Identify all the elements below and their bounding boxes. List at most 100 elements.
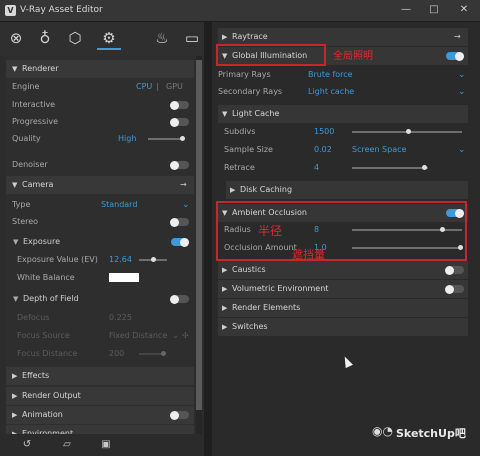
focus-distance-label: Focus Distance bbox=[17, 349, 78, 358]
collapse-arrow-icon: ▼ bbox=[12, 65, 18, 73]
focus-distance-row: Focus Distance 200 bbox=[6, 345, 194, 363]
chevron-down-icon: ⌄ bbox=[172, 331, 179, 340]
exposure-value[interactable]: 12.64 bbox=[109, 251, 132, 269]
minimize-button[interactable]: — bbox=[398, 3, 414, 17]
switches-section[interactable]: ▶ Switches bbox=[218, 318, 468, 336]
volumetric-environment-section[interactable]: ▶ Volumetric Environment bbox=[218, 280, 468, 298]
chevron-down-icon[interactable]: ⌄ bbox=[182, 196, 190, 214]
retrace-slider[interactable] bbox=[352, 165, 428, 170]
white-balance-row: White Balance bbox=[6, 269, 194, 287]
radius-annotation: 半径 bbox=[258, 224, 283, 238]
chevron-down-icon[interactable]: ⌄ bbox=[458, 83, 466, 101]
subdivs-row: Subdivs 1500 bbox=[218, 123, 468, 141]
interactive-label: Interactive bbox=[12, 100, 56, 109]
focus-distance-slider bbox=[139, 351, 166, 356]
sample-size-row: Sample Size 0.02 Screen Space ⌄ bbox=[218, 141, 468, 159]
chevron-down-icon[interactable]: ⌄ bbox=[458, 141, 466, 159]
renderer-section[interactable]: ▼ Renderer bbox=[6, 60, 194, 78]
retrace-value[interactable]: 4 bbox=[314, 159, 319, 177]
exposure-slider[interactable] bbox=[139, 257, 167, 262]
engine-gpu-option[interactable]: GPU bbox=[166, 78, 183, 96]
engine-label: Engine bbox=[12, 82, 40, 91]
expand-arrow-icon: ▶ bbox=[222, 304, 228, 312]
render-elements-section[interactable]: ▶ Render Elements bbox=[218, 299, 468, 317]
volumetric-environment-toggle[interactable] bbox=[445, 284, 464, 294]
exposure-toggle[interactable] bbox=[171, 237, 189, 247]
depth-of-field-title: Depth of Field bbox=[23, 294, 79, 303]
quality-value[interactable]: High bbox=[118, 130, 136, 148]
stereo-toggle[interactable] bbox=[170, 217, 189, 227]
interactive-toggle[interactable] bbox=[170, 100, 189, 110]
left-scrollbar[interactable] bbox=[196, 56, 202, 434]
teapot-render-icon[interactable]: ♨ bbox=[150, 26, 174, 50]
save-icon[interactable]: ▣ bbox=[99, 438, 113, 452]
animation-toggle[interactable] bbox=[170, 410, 189, 420]
retrace-row: Retrace 4 bbox=[218, 159, 468, 177]
collapse-arrow-icon: ▼ bbox=[12, 181, 18, 189]
sample-size-mode[interactable]: Screen Space bbox=[352, 141, 406, 159]
subdivs-value[interactable]: 1500 bbox=[314, 123, 334, 141]
primary-rays-label: Primary Rays bbox=[218, 70, 271, 79]
camera-menu-icon[interactable]: → bbox=[180, 176, 187, 194]
lights-icon[interactable]: ♁ bbox=[33, 26, 57, 50]
caustics-toggle[interactable] bbox=[445, 265, 464, 275]
exposure-subsection[interactable]: ▼ Exposure bbox=[6, 233, 194, 251]
settings-icon[interactable]: ⚙ bbox=[97, 26, 121, 50]
switches-title: Switches bbox=[232, 322, 268, 331]
geometry-icon[interactable]: ⬡ bbox=[63, 26, 87, 50]
animation-section[interactable]: ▶ Animation bbox=[6, 406, 194, 424]
depth-of-field-toggle[interactable] bbox=[170, 294, 189, 304]
panel-splitter[interactable] bbox=[204, 22, 212, 456]
expand-arrow-icon: ▶ bbox=[230, 186, 236, 194]
bottom-toolbar: ↺ ▱ ▣ bbox=[0, 434, 204, 456]
defocus-row: Defocus 0.225 bbox=[6, 309, 194, 327]
watermark: ◉◔ SketchUp吧 bbox=[372, 422, 476, 444]
global-illumination-toggle[interactable] bbox=[446, 51, 464, 61]
focus-source-value: Fixed Distance bbox=[109, 331, 168, 340]
denoiser-toggle[interactable] bbox=[170, 160, 189, 170]
close-button[interactable]: ✕ bbox=[456, 3, 472, 17]
open-folder-icon[interactable]: ▱ bbox=[60, 438, 74, 452]
progressive-toggle[interactable] bbox=[170, 117, 189, 127]
primary-rays-value[interactable]: Brute force bbox=[308, 66, 353, 84]
sample-size-label: Sample Size bbox=[224, 145, 273, 154]
interactive-row: Interactive bbox=[6, 96, 194, 114]
undo-icon[interactable]: ↺ bbox=[20, 438, 34, 452]
raytrace-menu-icon[interactable]: → bbox=[454, 28, 461, 46]
expand-arrow-icon: ▶ bbox=[12, 411, 18, 419]
render-output-section[interactable]: ▶ Render Output bbox=[6, 387, 194, 405]
collapse-arrow-icon: ▼ bbox=[222, 110, 228, 118]
light-cache-section[interactable]: ▼ Light Cache bbox=[218, 105, 468, 123]
disk-caching-section[interactable]: ▶ Disk Caching bbox=[226, 181, 468, 199]
frame-buffer-icon[interactable]: ▭ bbox=[180, 26, 204, 50]
disk-caching-title: Disk Caching bbox=[240, 185, 293, 194]
environment-section[interactable]: ▶ Environment bbox=[6, 425, 194, 434]
maximize-button[interactable]: □ bbox=[426, 3, 442, 17]
sample-size-value[interactable]: 0.02 bbox=[314, 141, 332, 159]
quality-slider[interactable] bbox=[148, 136, 185, 141]
engine-separator: | bbox=[156, 82, 159, 91]
camera-type-value[interactable]: Standard bbox=[101, 196, 137, 214]
caustics-section[interactable]: ▶ Caustics bbox=[218, 261, 468, 279]
caustics-title: Caustics bbox=[232, 265, 266, 274]
depth-of-field-subsection[interactable]: ▼ Depth of Field bbox=[6, 290, 194, 308]
quality-row: Quality High bbox=[6, 130, 194, 148]
render-elements-title: Render Elements bbox=[232, 303, 301, 312]
progressive-label: Progressive bbox=[12, 117, 59, 126]
primary-rays-row: Primary Rays Brute force ⌄ bbox=[218, 66, 468, 84]
chevron-down-icon[interactable]: ⌄ bbox=[458, 66, 466, 84]
effects-section[interactable]: ▶ Effects bbox=[6, 367, 194, 385]
gi-highlight-box bbox=[216, 44, 326, 66]
expand-arrow-icon: ▶ bbox=[222, 323, 228, 331]
materials-icon[interactable]: ⊗ bbox=[4, 26, 28, 50]
subdivs-slider[interactable] bbox=[352, 129, 462, 134]
camera-type-row: Type Standard ⌄ bbox=[6, 196, 194, 214]
camera-section[interactable]: ▼ Camera → bbox=[6, 176, 194, 194]
secondary-rays-value[interactable]: Light cache bbox=[308, 83, 354, 101]
camera-title: Camera bbox=[22, 180, 54, 189]
stereo-label: Stereo bbox=[12, 217, 39, 226]
progressive-row: Progressive bbox=[6, 113, 194, 131]
light-cache-title: Light Cache bbox=[232, 109, 280, 118]
engine-cpu-option[interactable]: CPU bbox=[136, 78, 152, 96]
white-balance-swatch[interactable] bbox=[109, 273, 139, 282]
